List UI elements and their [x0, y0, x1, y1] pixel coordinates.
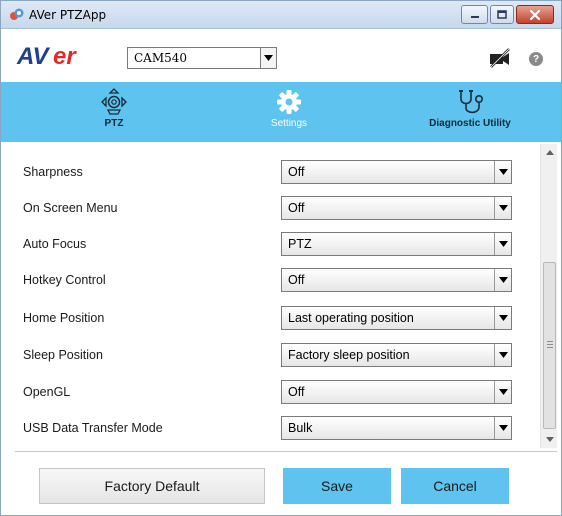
- aver-logo: AV er: [15, 42, 105, 70]
- chevron-down-icon: [498, 425, 508, 431]
- select-value: Off: [288, 385, 305, 399]
- setting-label: USB Data Transfer Mode: [23, 421, 163, 435]
- setting-label: OpenGL: [23, 385, 71, 399]
- tab-settings-label: Settings: [270, 118, 308, 129]
- save-button[interactable]: Save: [283, 468, 391, 504]
- setting-row-sleep-position: Sleep Position Factory sleep position: [15, 337, 539, 373]
- app-icon: [9, 7, 25, 23]
- select-arrow[interactable]: [494, 344, 511, 366]
- chevron-down-icon: [498, 389, 508, 395]
- select-value: Off: [288, 201, 305, 215]
- opengl-select[interactable]: Off: [281, 380, 512, 404]
- nav-bar: PTZ Settings Diagnostic Utility: [1, 82, 561, 142]
- stethoscope-icon: [455, 88, 485, 116]
- settings-list: Sharpness Off On Screen Menu Off Auto Fo…: [15, 144, 539, 448]
- camera-off-icon[interactable]: [488, 48, 512, 68]
- chevron-down-icon: [498, 352, 508, 358]
- app-window: AVer PTZApp AV er CAM540 ? PTZ Settings …: [0, 0, 562, 516]
- minimize-icon: [470, 15, 479, 18]
- top-toolbar: AV er CAM540 ?: [1, 30, 561, 82]
- minimize-button[interactable]: [461, 5, 488, 24]
- chevron-down-icon: [545, 437, 554, 442]
- maximize-button[interactable]: [490, 5, 514, 24]
- setting-label: Sharpness: [23, 165, 83, 179]
- on-screen-menu-select[interactable]: Off: [281, 196, 512, 220]
- tab-diagnostic-utility-label: Diagnostic Utility: [429, 118, 511, 129]
- select-value: Factory sleep position: [288, 348, 410, 362]
- svg-text:AV: AV: [16, 43, 51, 70]
- maximize-icon: [497, 9, 507, 19]
- setting-label: Hotkey Control: [23, 273, 106, 287]
- grip-icon: [547, 341, 553, 349]
- gear-icon: [275, 88, 303, 116]
- scroll-thumb[interactable]: [543, 262, 556, 429]
- camera-select-arrow[interactable]: [260, 48, 276, 68]
- help-icon[interactable]: ?: [529, 52, 543, 66]
- select-arrow[interactable]: [494, 269, 511, 291]
- setting-label: Sleep Position: [23, 348, 103, 362]
- tab-settings[interactable]: Settings: [244, 82, 334, 142]
- factory-default-button[interactable]: Factory Default: [39, 468, 265, 504]
- select-arrow[interactable]: [494, 307, 511, 329]
- chevron-down-icon: [498, 241, 508, 247]
- chevron-up-icon: [545, 150, 554, 155]
- footer-divider: [15, 451, 557, 452]
- chevron-down-icon: [264, 55, 273, 61]
- camera-select-value: CAM540: [134, 51, 188, 65]
- chevron-down-icon: [498, 315, 508, 321]
- chevron-down-icon: [498, 169, 508, 175]
- setting-row-sharpness: Sharpness Off: [15, 154, 539, 190]
- select-arrow[interactable]: [494, 197, 511, 219]
- svg-text:er: er: [53, 43, 77, 70]
- chevron-down-icon: [498, 277, 508, 283]
- scroll-up-button[interactable]: [541, 144, 558, 161]
- select-arrow[interactable]: [494, 161, 511, 183]
- select-arrow[interactable]: [494, 417, 511, 439]
- select-arrow[interactable]: [494, 233, 511, 255]
- setting-row-hotkey-control: Hotkey Control Off: [15, 262, 539, 298]
- sharpness-select[interactable]: Off: [281, 160, 512, 184]
- sleep-position-select[interactable]: Factory sleep position: [281, 343, 512, 367]
- select-arrow[interactable]: [494, 381, 511, 403]
- setting-label: Auto Focus: [23, 237, 87, 251]
- hotkey-control-select[interactable]: Off: [281, 268, 512, 292]
- title-bar[interactable]: AVer PTZApp: [1, 1, 561, 29]
- setting-row-auto-focus: Auto Focus PTZ: [15, 226, 539, 262]
- tab-diagnostic-utility[interactable]: Diagnostic Utility: [405, 82, 535, 142]
- cancel-button[interactable]: Cancel: [401, 468, 509, 504]
- select-value: Bulk: [288, 421, 313, 435]
- setting-row-home-position: Home Position Last operating position: [15, 300, 539, 336]
- tab-ptz[interactable]: PTZ: [69, 82, 159, 142]
- setting-row-usb-data-transfer-mode: USB Data Transfer Mode Bulk: [15, 410, 539, 446]
- setting-label: Home Position: [23, 311, 105, 325]
- close-icon: [529, 9, 541, 20]
- scroll-down-button[interactable]: [541, 431, 558, 448]
- auto-focus-select[interactable]: PTZ: [281, 232, 512, 256]
- settings-scrollbar[interactable]: [540, 144, 557, 448]
- setting-row-on-screen-menu: On Screen Menu Off: [15, 190, 539, 226]
- select-value: Off: [288, 165, 305, 179]
- tab-ptz-label: PTZ: [104, 118, 124, 129]
- select-value: Last operating position: [288, 311, 414, 325]
- ptz-camera-icon: [97, 88, 131, 116]
- camera-select[interactable]: CAM540: [127, 47, 277, 69]
- window-title: AVer PTZApp: [29, 8, 107, 22]
- home-position-select[interactable]: Last operating position: [281, 306, 512, 330]
- usb-data-transfer-mode-select[interactable]: Bulk: [281, 416, 512, 440]
- close-button[interactable]: [516, 5, 554, 24]
- setting-label: On Screen Menu: [23, 201, 118, 215]
- setting-row-opengl: OpenGL Off: [15, 374, 539, 410]
- select-value: PTZ: [288, 237, 312, 251]
- select-value: Off: [288, 273, 305, 287]
- chevron-down-icon: [498, 205, 508, 211]
